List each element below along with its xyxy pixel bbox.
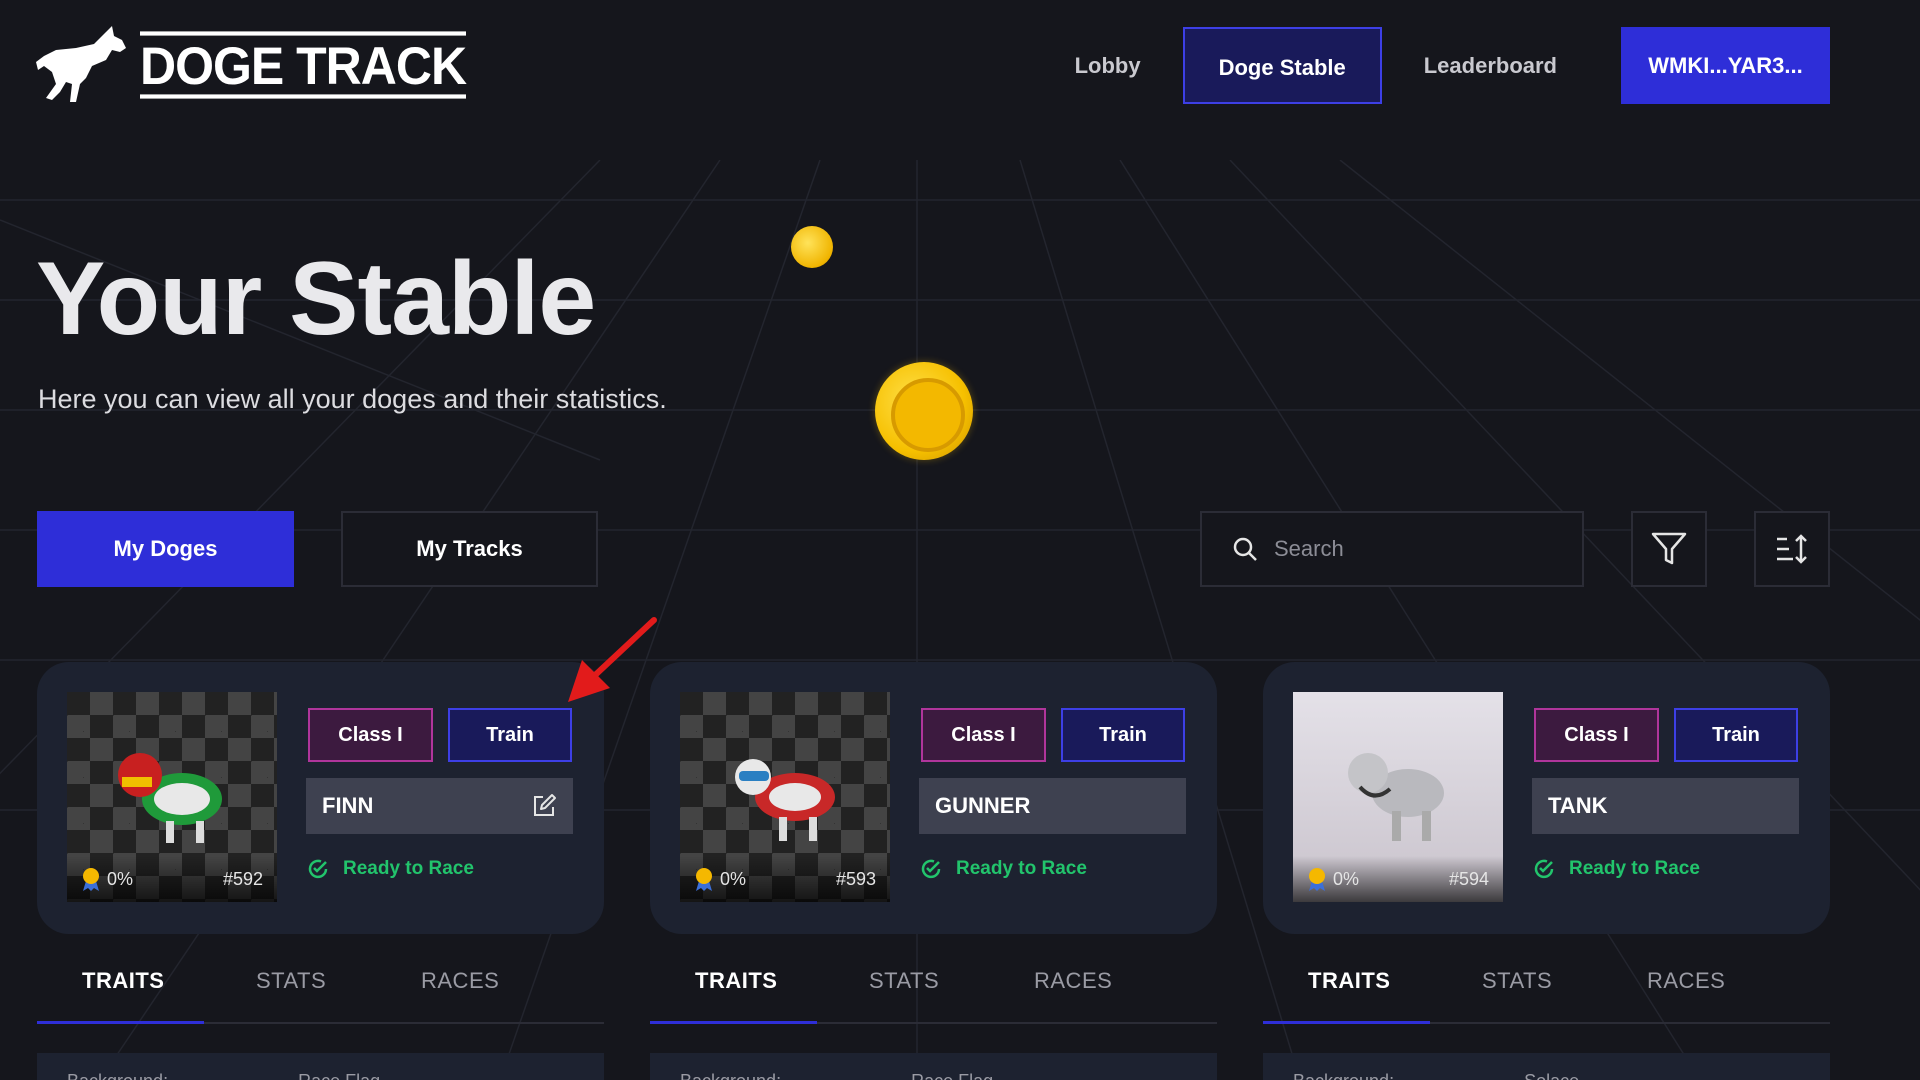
doge-image-footer: 0% #594: [1293, 856, 1503, 902]
doge-name-field[interactable]: TANK: [1532, 778, 1799, 834]
race-status: Ready to Race: [920, 858, 1087, 880]
check-circle-icon: [921, 859, 941, 879]
train-button[interactable]: Train: [1674, 708, 1798, 762]
active-tab-indicator: [1263, 1021, 1430, 1024]
nav-leaderboard[interactable]: Leaderboard: [1390, 27, 1591, 104]
doge-progress: 0%: [107, 868, 134, 889]
my-tracks-tab[interactable]: My Tracks: [341, 511, 598, 587]
trait-value: Race Flag: [911, 1071, 993, 1080]
doge-name-field[interactable]: GUNNER: [919, 778, 1186, 834]
active-tab-indicator: [650, 1021, 817, 1024]
tab-traits[interactable]: TRAITS: [695, 968, 777, 994]
check-circle-icon: [1534, 859, 1554, 879]
trait-value: Race Flag: [298, 1071, 380, 1080]
doge-image: 0% #594: [1293, 692, 1503, 902]
doge-card[interactable]: 0% #592 Class I Train FINN Ready to Race: [37, 662, 604, 934]
nav-lobby[interactable]: Lobby: [1041, 27, 1175, 104]
card-tabs: TRAITS STATS RACES: [37, 958, 604, 1024]
logo[interactable]: DOGE TRACK: [36, 26, 467, 104]
coin-icon: [791, 226, 833, 268]
doge-figure-icon: [118, 753, 222, 843]
nav-doge-stable[interactable]: Doge Stable: [1182, 27, 1382, 104]
card-tabs: TRAITS STATS RACES: [650, 958, 1217, 1024]
doge-progress: 0%: [720, 868, 747, 889]
card-tabs: TRAITS STATS RACES: [1263, 958, 1830, 1024]
doge-figure-icon: [735, 759, 835, 841]
annotation-arrow-icon: [568, 617, 657, 702]
tab-stats[interactable]: STATS: [869, 968, 939, 994]
sort-icon: [1777, 534, 1807, 564]
tab-stats[interactable]: STATS: [256, 968, 326, 994]
tab-traits[interactable]: TRAITS: [82, 968, 164, 994]
search-box: [1200, 511, 1584, 587]
medal-icon: [1309, 868, 1325, 891]
doge-number: #593: [835, 868, 876, 889]
tab-traits[interactable]: TRAITS: [1308, 968, 1390, 994]
trait-row: Background: Race Flag: [650, 1053, 1217, 1080]
doge-name: FINN: [322, 793, 374, 818]
doge-image: 0% #593: [680, 692, 890, 902]
logo-text: DOGE TRACK: [140, 31, 467, 99]
doge-image-footer: 0% #592: [67, 856, 277, 902]
trait-label: Background:: [67, 1071, 168, 1080]
trait-row: Background: Solace: [1263, 1053, 1830, 1080]
medal-icon: [696, 868, 712, 891]
my-doges-tab[interactable]: My Doges: [37, 511, 294, 587]
doge-name: TANK: [1548, 793, 1608, 818]
running-dog-logo-icon: [36, 26, 126, 102]
race-status-text: Ready to Race: [343, 858, 474, 879]
trait-label: Background:: [1293, 1071, 1394, 1080]
tab-races[interactable]: RACES: [1647, 968, 1725, 994]
page-title: Your Stable: [36, 241, 596, 357]
class-badge: Class I: [308, 708, 433, 762]
class-badge: Class I: [921, 708, 1046, 762]
trait-value: Solace: [1524, 1071, 1579, 1080]
doge-card[interactable]: 0% #593 Class I Train GUNNER Ready to Ra…: [650, 662, 1217, 934]
search-input[interactable]: [1274, 536, 1574, 562]
active-tab-indicator: [37, 1021, 204, 1024]
sort-button[interactable]: [1754, 511, 1830, 587]
doge-number: #594: [1448, 868, 1489, 889]
class-badge: Class I: [1534, 708, 1659, 762]
doge-name: GUNNER: [935, 793, 1031, 818]
edit-icon[interactable]: [531, 793, 557, 819]
train-button[interactable]: Train: [448, 708, 572, 762]
doge-number: #592: [222, 868, 263, 889]
filter-button[interactable]: [1631, 511, 1707, 587]
race-status-text: Ready to Race: [956, 858, 1087, 879]
doge-name-field[interactable]: FINN: [306, 778, 573, 834]
doge-card[interactable]: 0% #594 Class I Train TANK Ready to Race: [1263, 662, 1830, 934]
doge-image: 0% #592: [67, 692, 277, 902]
train-button[interactable]: Train: [1061, 708, 1185, 762]
race-status-text: Ready to Race: [1569, 858, 1700, 879]
coin-icon: [875, 362, 973, 460]
medal-icon: [83, 868, 99, 891]
page-subtitle: Here you can view all your doges and the…: [38, 384, 667, 414]
trait-row: Background: Race Flag: [37, 1053, 604, 1080]
search-icon: [1233, 537, 1257, 561]
trait-label: Background:: [680, 1071, 781, 1080]
doge-image-footer: 0% #593: [680, 856, 890, 902]
doge-progress: 0%: [1333, 868, 1360, 889]
tab-races[interactable]: RACES: [421, 968, 499, 994]
main-nav: Lobby Doge Stable Leaderboard WMKI...YAR…: [1041, 27, 1830, 104]
check-circle-icon: [308, 859, 328, 879]
wallet-button[interactable]: WMKI...YAR3...: [1621, 27, 1830, 104]
race-status: Ready to Race: [1533, 858, 1700, 880]
tab-stats[interactable]: STATS: [1482, 968, 1552, 994]
race-status: Ready to Race: [307, 858, 474, 880]
doge-figure-icon: [1348, 753, 1444, 841]
filter-icon: [1651, 532, 1687, 565]
tab-races[interactable]: RACES: [1034, 968, 1112, 994]
